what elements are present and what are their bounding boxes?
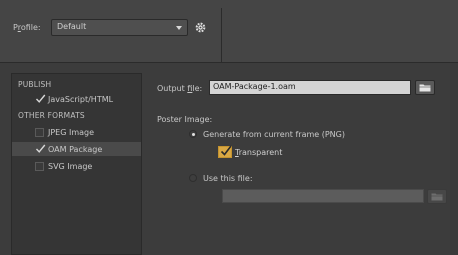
profile-dropdown[interactable]: Default bbox=[51, 19, 188, 36]
output-file-input[interactable]: OAM-Package-1.oam bbox=[209, 80, 411, 95]
profile-bar: Profile: Default bbox=[0, 0, 458, 62]
use-file-input[interactable] bbox=[222, 189, 424, 203]
profile-label: Profile: bbox=[13, 23, 41, 32]
header-divider bbox=[0, 62, 458, 63]
checkbox-unchecked[interactable] bbox=[35, 161, 44, 171]
output-file-value: OAM-Package-1.oam bbox=[213, 82, 296, 91]
radio-generate-from-frame[interactable] bbox=[189, 130, 197, 138]
transparent-checkbox-row[interactable]: Transparent bbox=[218, 145, 282, 158]
output-file-label-part: Output bbox=[157, 84, 188, 93]
toolbar-divider bbox=[221, 8, 222, 62]
format-item-label: SVG Image bbox=[48, 161, 93, 171]
transparent-checkbox[interactable] bbox=[218, 145, 232, 158]
browse-poster-button[interactable] bbox=[427, 189, 447, 204]
profile-settings-button[interactable] bbox=[193, 19, 208, 35]
folder-icon bbox=[431, 193, 443, 201]
checkbox-unchecked[interactable] bbox=[35, 127, 44, 137]
checkbox-checked[interactable] bbox=[35, 144, 46, 154]
other-formats-section-header: OTHER FORMATS bbox=[18, 111, 85, 120]
format-item-jpeg-image[interactable]: JPEG Image bbox=[12, 125, 141, 139]
chevron-down-icon bbox=[176, 26, 182, 30]
profile-dropdown-value: Default bbox=[57, 22, 87, 31]
checkmark-icon bbox=[35, 144, 46, 153]
checkmark-icon bbox=[220, 145, 232, 156]
format-item-javascript-html[interactable]: JavaScript/HTML bbox=[12, 92, 141, 106]
format-list-panel: PUBLISH JavaScript/HTML OTHER FORMATS JP… bbox=[11, 73, 142, 255]
output-file-label-part: ile: bbox=[192, 84, 203, 93]
gear-icon bbox=[195, 22, 206, 32]
radio-generate-label: Generate from current frame (PNG) bbox=[203, 130, 345, 139]
publish-section-header: PUBLISH bbox=[18, 80, 52, 89]
transparent-label: Transparent bbox=[235, 148, 282, 157]
output-file-label: Output file: bbox=[157, 84, 202, 93]
folder-icon bbox=[419, 84, 431, 92]
format-item-svg-image[interactable]: SVG Image bbox=[12, 159, 141, 173]
checkmark-icon bbox=[35, 94, 46, 103]
poster-image-label: Poster Image: bbox=[157, 115, 213, 124]
format-item-label: JavaScript/HTML bbox=[48, 94, 114, 104]
format-item-oam-package[interactable]: OAM Package bbox=[12, 142, 141, 156]
scroll-edge bbox=[450, 63, 458, 255]
format-item-label: JPEG Image bbox=[48, 127, 95, 137]
transparent-label-part: ransparent bbox=[238, 147, 283, 157]
profile-label-part: ofile: bbox=[20, 23, 41, 32]
checkbox-checked[interactable] bbox=[35, 94, 46, 104]
browse-output-button[interactable] bbox=[415, 80, 435, 95]
format-item-label: OAM Package bbox=[48, 144, 103, 154]
radio-use-file-label: Use this file: bbox=[203, 174, 253, 183]
radio-use-this-file[interactable] bbox=[189, 174, 197, 182]
